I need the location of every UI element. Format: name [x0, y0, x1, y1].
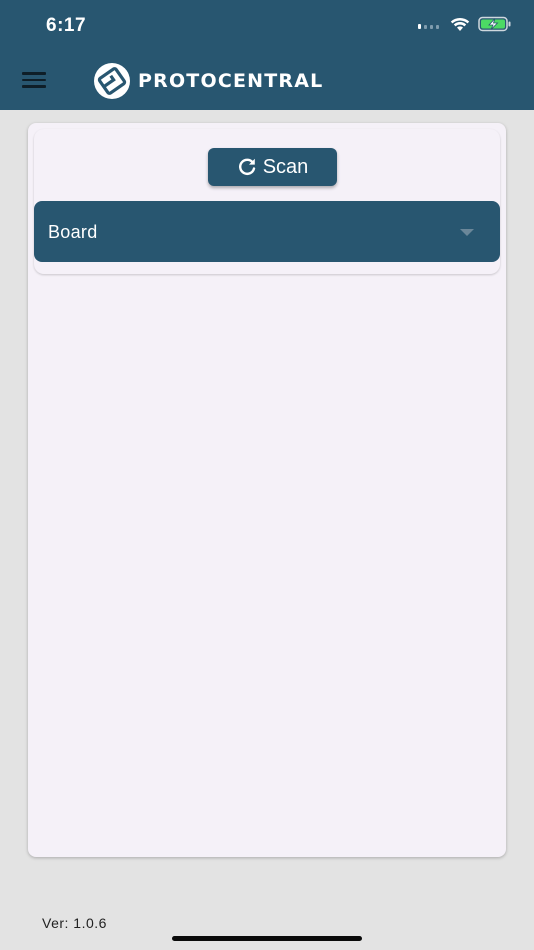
controls-card: Scan Board: [34, 129, 500, 274]
board-select-label: Board: [48, 222, 98, 242]
menu-icon: [22, 72, 50, 88]
refresh-icon: [238, 158, 255, 175]
status-icons: [418, 16, 512, 32]
scan-button-label: Scan: [262, 155, 309, 178]
home-indicator[interactable]: [172, 936, 362, 941]
status-bar: 6:17: [0, 0, 534, 52]
chevron-down-icon: [460, 229, 474, 236]
version-label: Ver: 1.0.6: [42, 915, 107, 931]
menu-button[interactable]: [22, 68, 50, 94]
logo-text: PROTOCENTRAL: [138, 70, 324, 92]
wifi-icon: [450, 17, 470, 31]
app-bar: PROTOCENTRAL: [0, 52, 534, 110]
status-time: 6:17: [46, 15, 87, 36]
battery-charging-icon: [478, 16, 511, 32]
app-logo: PROTOCENTRAL: [92, 63, 323, 99]
board-select[interactable]: Board: [34, 201, 500, 262]
protocentral-logo-icon: [94, 63, 130, 99]
main-card: Scan Board: [28, 123, 506, 857]
signal-icon: [418, 24, 439, 29]
scan-button[interactable]: Scan: [208, 148, 337, 186]
